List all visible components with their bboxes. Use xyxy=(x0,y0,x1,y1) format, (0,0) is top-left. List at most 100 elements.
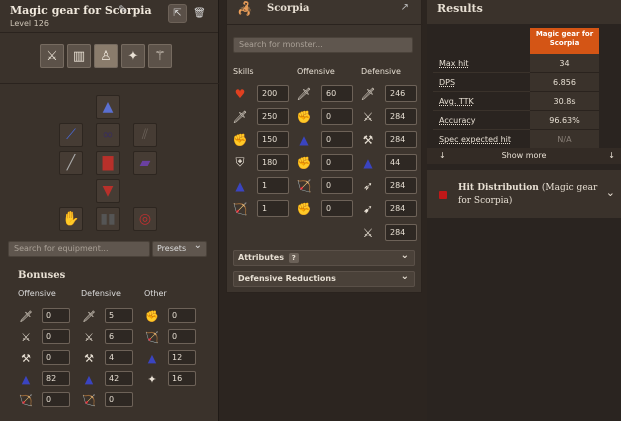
table-row: Max hit 34 xyxy=(433,54,619,73)
monster-defensive-title: Defensive xyxy=(361,67,401,76)
ammo-slot-icon[interactable]: ⫽ xyxy=(133,123,157,147)
hands-slot-gloves-icon[interactable]: ✋ xyxy=(59,207,83,231)
row-label: Accuracy xyxy=(433,111,530,130)
show-more-button[interactable]: ↓ Show more ↓ xyxy=(427,148,621,164)
loadout-tabs: ⚔ ▥ ♙ ✦ ⚚ xyxy=(40,44,172,68)
table-row: DPS 6.856 xyxy=(433,73,619,92)
chevron-down-icon: ⌄ xyxy=(400,250,409,261)
cape-slot-icon[interactable]: ⟋ xyxy=(59,123,83,147)
row-label: Avg. TTK xyxy=(433,92,530,111)
hit-distribution-title: Hit Distribution (Magic gear for Scorpia… xyxy=(458,182,608,207)
defensive-stab-value: 5 xyxy=(105,308,133,323)
skill-attack-value[interactable]: 250 xyxy=(257,108,289,125)
scorpion-icon: 🦂 xyxy=(237,2,254,17)
skill-magic-value[interactable]: 1 xyxy=(257,177,289,194)
neck-slot-icon[interactable]: ∞ xyxy=(96,123,120,147)
monster-defensive-standard-value[interactable]: 284 xyxy=(385,200,417,217)
monster-defensive-stab-value[interactable]: 246 xyxy=(385,85,417,102)
monster-defensive-slash-value[interactable]: 284 xyxy=(385,108,417,125)
offensive-stab-value: 0 xyxy=(42,308,70,323)
ranged-bow-icon: 🏹 xyxy=(232,201,248,216)
pencil-icon[interactable]: ✎ xyxy=(118,3,127,16)
monster-defensive-light-value[interactable]: 284 xyxy=(385,177,417,194)
skill-defence-value[interactable]: 180 xyxy=(257,154,289,171)
skill-ranged-value[interactable]: 1 xyxy=(257,200,289,217)
crush-icon: ⚒ xyxy=(84,351,94,365)
other-magic-strength-value: 12 xyxy=(168,350,196,365)
arrow-down-icon: ↓ xyxy=(608,151,615,160)
strength-fist-icon: ✊ xyxy=(145,309,159,323)
other-melee-strength-value: 0 xyxy=(168,308,196,323)
results-panel: Results Magic gear for Scorpia Max hit 3… xyxy=(427,0,621,421)
stab-icon: 🗡 xyxy=(82,309,96,323)
offensive-magic-value: 82 xyxy=(42,371,70,386)
body-slot-robe-icon[interactable]: ▇ xyxy=(96,151,120,175)
row-value: 96.63% xyxy=(530,111,599,130)
defensive-slash-value: 6 xyxy=(105,329,133,344)
skill-strength-value[interactable]: 150 xyxy=(257,131,289,148)
monster-offensive-ranged-value[interactable]: 0 xyxy=(321,177,353,194)
hit-distribution-marker-icon xyxy=(439,191,447,199)
attributes-label: Attributes xyxy=(238,253,284,262)
presets-dropdown[interactable]: Presets xyxy=(152,239,207,257)
monster-offensive-magic-value[interactable]: 0 xyxy=(321,131,353,148)
ranged-strength-icon: ✊ xyxy=(296,201,312,216)
strength-fist-icon: ✊ xyxy=(296,109,312,124)
magic-hat-icon: ▲ xyxy=(84,372,94,386)
magic-strength-icon: ▲ xyxy=(147,351,157,365)
ranged-bow-icon: 🏹 xyxy=(82,393,96,407)
defensive-crush-value: 4 xyxy=(105,350,133,365)
shield-slot-book-icon[interactable]: ▰ xyxy=(133,151,157,175)
magic-hat-icon: ▲ xyxy=(21,372,31,386)
table-row: Accuracy 96.63% xyxy=(433,111,619,130)
row-label: Max hit xyxy=(433,54,530,73)
bonuses-defensive-title: Defensive xyxy=(81,289,121,298)
external-link-icon[interactable]: ↗ xyxy=(401,2,409,13)
feet-slot-boots-icon[interactable]: ▮▮ xyxy=(96,207,120,231)
magic-hat-icon: ▲ xyxy=(299,132,309,147)
attributes-accordion[interactable]: Attributes ? ⌄ xyxy=(233,250,415,266)
import-icon[interactable]: ⇱ xyxy=(168,4,187,23)
ring-slot-icon[interactable]: ◎ xyxy=(133,207,157,231)
trash-icon[interactable]: 🗑 xyxy=(190,4,209,23)
monster-offensive-ranged-strength-value[interactable]: 0 xyxy=(321,200,353,217)
spellbook-tab-icon[interactable]: ⚚ xyxy=(148,44,172,68)
offensive-slash-value: 0 xyxy=(42,329,70,344)
arrow-down-icon: ↓ xyxy=(439,151,446,160)
defensive-reductions-label: Defensive Reductions xyxy=(238,274,336,283)
light-ranged-icon: ➶ xyxy=(362,178,374,193)
equipment-tab-icon[interactable]: ♙ xyxy=(94,44,118,68)
monster-defensive-crush-value[interactable]: 284 xyxy=(385,131,417,148)
heavy-ranged-icon: ⚔ xyxy=(362,225,374,240)
slash-icon: ⚔ xyxy=(21,330,31,344)
skill-hitpoints-value[interactable]: 200 xyxy=(257,85,289,102)
weapon-slot-staff-icon[interactable]: ╱ xyxy=(59,151,83,175)
results-header: Results xyxy=(427,0,621,24)
monster-defensive-heavy-value[interactable]: 284 xyxy=(385,224,417,241)
hit-distribution-accordion[interactable]: Hit Distribution (Magic gear for Scorpia… xyxy=(427,170,621,218)
monster-search-input[interactable]: Search for monster... xyxy=(233,37,413,53)
monster-offensive-strength-value[interactable]: 0 xyxy=(321,108,353,125)
magic-hat-icon: ▲ xyxy=(363,155,373,170)
combat-style-tab-icon[interactable]: ⚔ xyxy=(40,44,64,68)
equipment-search-input[interactable]: Search for equipment... xyxy=(8,241,150,257)
monster-offensive-attack-value[interactable]: 60 xyxy=(321,85,353,102)
crush-icon: ⚒ xyxy=(362,132,374,147)
help-icon[interactable]: ? xyxy=(288,253,299,263)
monster-offensive-magic-strength-value[interactable]: 0 xyxy=(321,154,353,171)
head-slot-wizard-hat-icon[interactable]: ▲ xyxy=(96,95,120,119)
hitpoints-heart-icon: ♥ xyxy=(234,86,246,101)
magic-strength-icon: ✊ xyxy=(296,155,312,170)
defensive-reductions-accordion[interactable]: Defensive Reductions ⌄ xyxy=(233,271,415,287)
skills-tab-icon[interactable]: ▥ xyxy=(67,44,91,68)
slash-icon: ⚔ xyxy=(362,109,374,124)
prayer-tab-icon[interactable]: ✦ xyxy=(121,44,145,68)
legs-slot-robe-icon[interactable]: ▼ xyxy=(96,179,120,203)
prayer-icon: ✦ xyxy=(147,372,157,386)
monster-defensive-magic-value[interactable]: 44 xyxy=(385,154,417,171)
ranged-bow-icon: 🏹 xyxy=(19,393,33,407)
defensive-magic-value: 42 xyxy=(105,371,133,386)
loadout-column-header: Magic gear for Scorpia xyxy=(530,28,599,54)
stab-icon: 🗡 xyxy=(19,309,33,323)
row-value: 30.8s xyxy=(530,92,599,111)
